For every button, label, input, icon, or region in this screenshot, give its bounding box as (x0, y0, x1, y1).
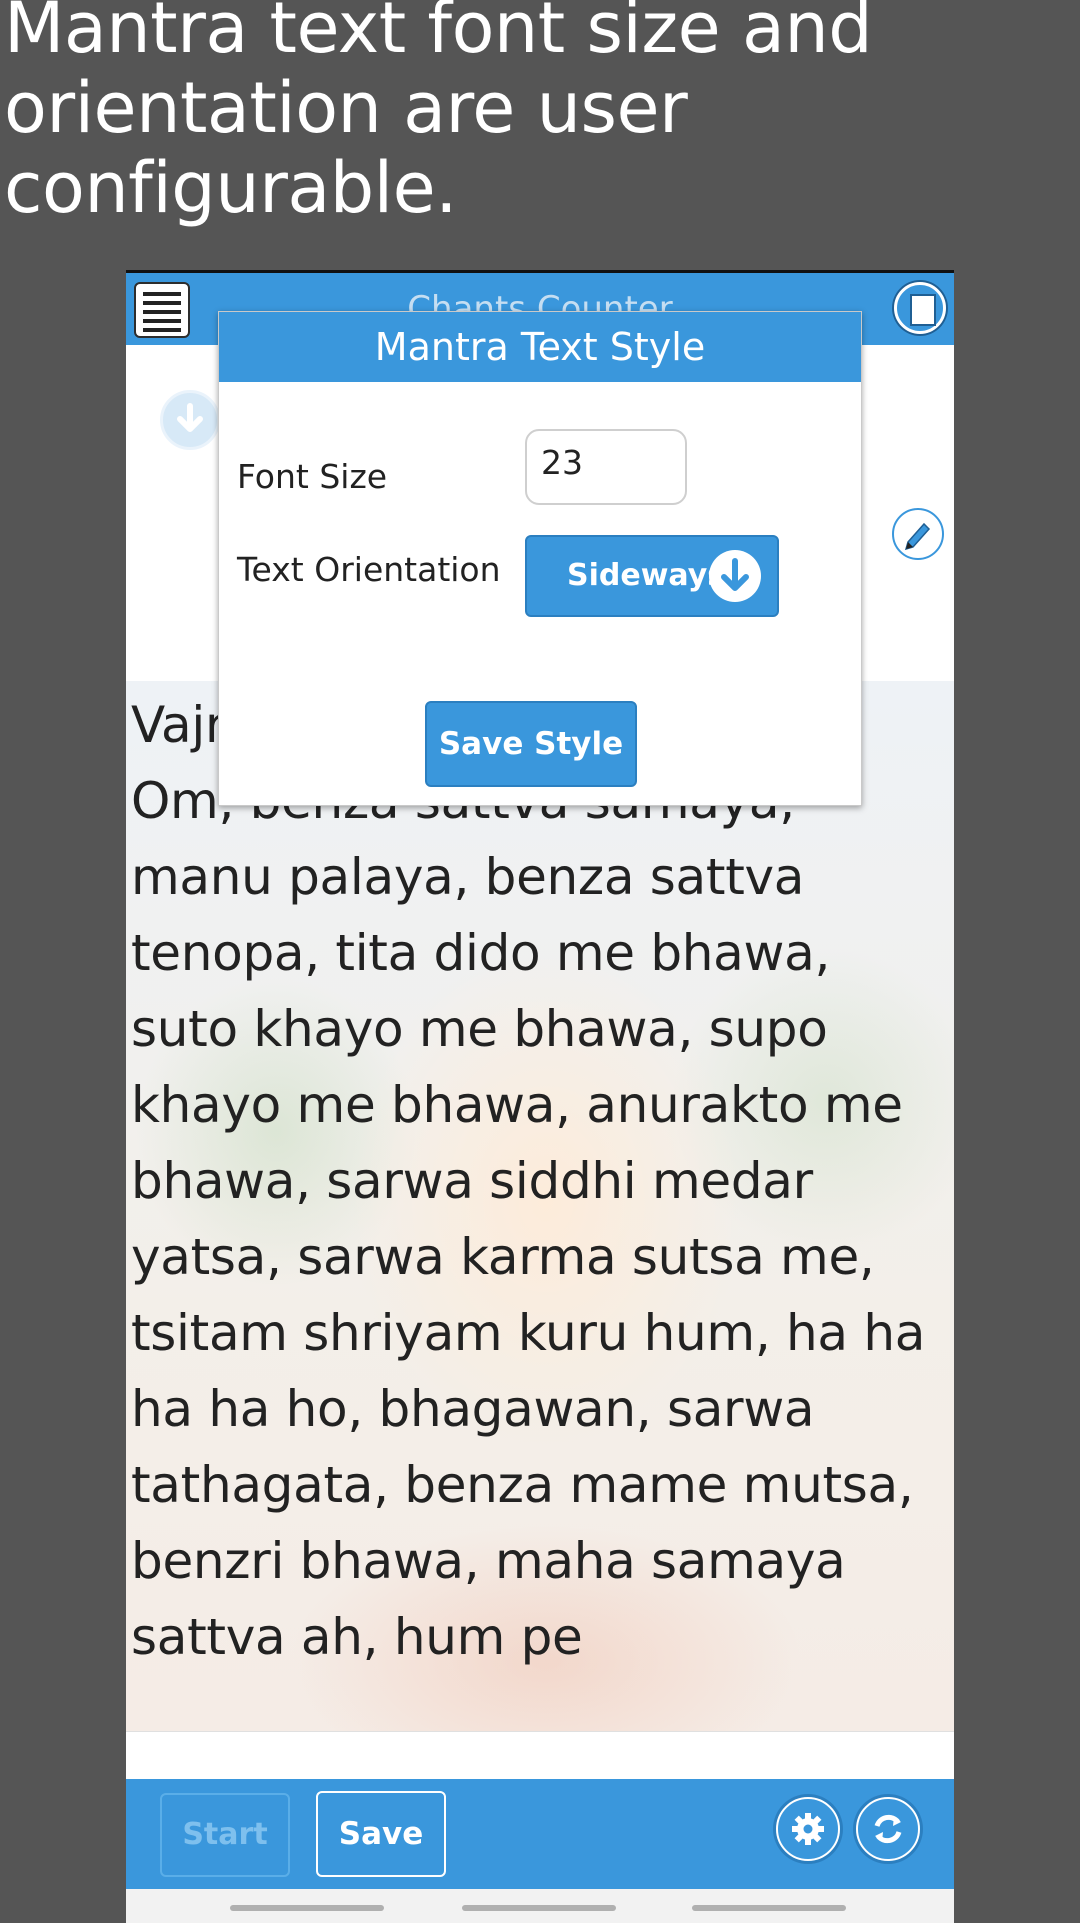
start-button[interactable]: Start (160, 1793, 290, 1877)
gear-icon[interactable] (776, 1797, 840, 1861)
mantra-display: VajrasattvaOm, benza sattva samaya,manu … (126, 681, 954, 1731)
mantra-line: bhawa, sarwa siddhi medar (131, 1152, 813, 1210)
document-icon[interactable] (894, 282, 946, 334)
edit-pencil-icon[interactable] (892, 508, 944, 560)
spacer-strip (126, 1731, 954, 1780)
text-orientation-label: Text Orientation (237, 550, 501, 589)
caption-line-2: orientation are user configurable. (4, 67, 688, 229)
refresh-icon[interactable] (856, 1797, 920, 1861)
mantra-line: tathagata, benza mame mutsa, (131, 1456, 914, 1514)
arrow-down-icon (709, 550, 761, 602)
nav-handle-center (462, 1905, 616, 1911)
system-nav-bar (126, 1889, 954, 1923)
dialog-title: Mantra Text Style (219, 312, 861, 382)
orientation-value: Sideways (567, 558, 726, 593)
caption-line-1: Mantra text font size and (4, 0, 873, 69)
download-icon[interactable] (160, 390, 220, 450)
phone-screen: Chants Counter VajrasattvaOm, benza satt… (126, 270, 954, 1923)
mantra-text: VajrasattvaOm, benza sattva samaya,manu … (131, 687, 949, 1675)
save-button[interactable]: Save (316, 1791, 446, 1877)
mantra-line: tsitam shriyam kuru hum, ha ha (131, 1304, 926, 1362)
mantra-text-style-dialog: Mantra Text Style Font Size 23 Text Orie… (218, 311, 862, 806)
mantra-line: khayo me bhawa, anurakto me (131, 1076, 903, 1134)
mantra-line: tenopa, tita dido me bhawa, (131, 924, 831, 982)
mantra-line: benzri bhawa, maha samaya (131, 1532, 846, 1590)
mantra-line: manu palaya, benza sattva (131, 848, 805, 906)
save-style-button[interactable]: Save Style (425, 701, 637, 787)
caption: Mantra text font size and orientation ar… (4, 0, 1080, 228)
bottom-bar: Start Save (126, 1779, 954, 1889)
mantra-line: yatsa, sarwa karma sutsa me, (131, 1228, 875, 1286)
font-size-input[interactable]: 23 (525, 429, 687, 505)
mantra-line: sattva ah, hum pe (131, 1608, 583, 1666)
nav-handle-left (230, 1905, 384, 1911)
text-orientation-dropdown[interactable]: Sideways (525, 535, 779, 617)
mantra-line: suto khayo me bhawa, supo (131, 1000, 828, 1058)
font-size-label: Font Size (237, 457, 388, 496)
nav-handle-right (692, 1905, 846, 1911)
mantra-line: ha ha ho, bhagawan, sarwa (131, 1380, 815, 1438)
